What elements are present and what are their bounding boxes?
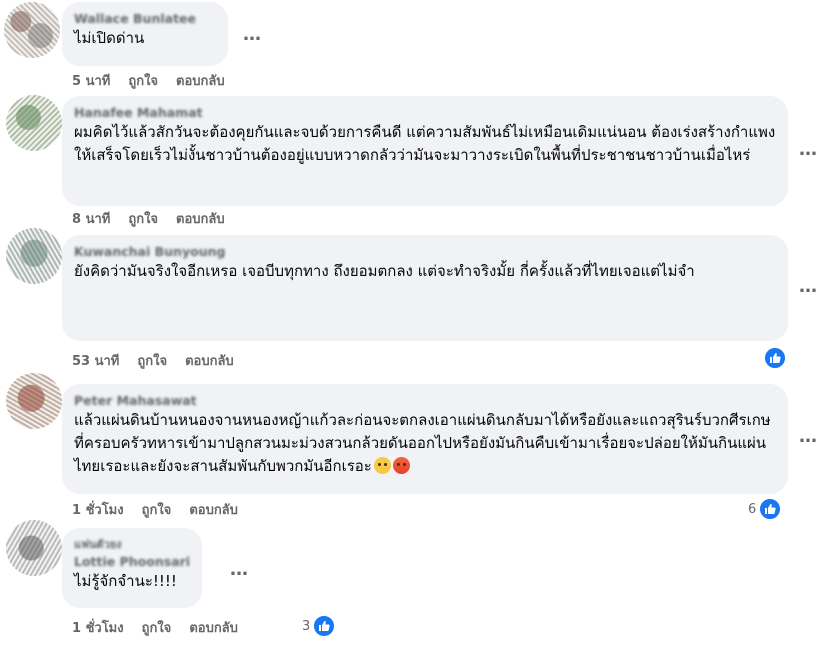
reaction-summary[interactable] [763, 346, 787, 370]
reaction-summary[interactable]: 6 [748, 497, 783, 521]
avatar[interactable] [6, 95, 62, 151]
comment-timestamp[interactable]: 1 ชั่วโมง [72, 499, 124, 520]
like-button[interactable]: ถูกใจ [128, 70, 158, 91]
comment-bubble: Peter Mahasawat แล้วแผ่นดินบ้านหนองจานหน… [62, 384, 788, 494]
more-options-icon[interactable]: … [243, 26, 262, 44]
reply-button[interactable]: ตอบกลับ [189, 499, 238, 520]
comment-actions: 53 นาที ถูกใจ ตอบกลับ [72, 350, 234, 371]
like-button[interactable]: ถูกใจ [142, 617, 172, 638]
comment-text: ไม่เปิดด่าน [74, 29, 145, 47]
more-options-icon[interactable]: … [230, 561, 249, 579]
comment-text: ไม่รู้จักจำนะ!!!! [74, 572, 177, 590]
angry-face-emoji-icon [392, 457, 410, 474]
comment-author[interactable]: Kuwanchai Bunyoung [74, 243, 776, 260]
comment-actions: 5 นาที ถูกใจ ตอบกลับ [72, 70, 225, 91]
thumbs-up-icon [312, 614, 337, 638]
comment-text: แล้วแผ่นดินบ้านหนองจานหนองหญ้าแก้วละก่อน… [74, 409, 776, 478]
comment-timestamp[interactable]: 5 นาที [72, 70, 110, 91]
comment-actions: 1 ชั่วโมง ถูกใจ ตอบกลับ [72, 617, 238, 638]
avatar[interactable] [6, 228, 62, 284]
reaction-summary[interactable]: 3 [302, 614, 337, 638]
eye-roll-emoji-icon [373, 457, 391, 474]
comment-timestamp[interactable]: 8 นาที [72, 208, 110, 229]
avatar[interactable] [6, 520, 62, 576]
like-button[interactable]: ถูกใจ [137, 350, 167, 371]
comment-timestamp[interactable]: 53 นาที [72, 350, 119, 371]
comment-actions: 1 ชั่วโมง ถูกใจ ตอบกลับ [72, 499, 238, 520]
comment-text: ยังคิดว่ามันจริงใจอีกเหรอ เจอบีบทุกทาง ถ… [74, 262, 695, 280]
like-button[interactable]: ถูกใจ [142, 499, 172, 520]
like-button[interactable]: ถูกใจ [128, 208, 158, 229]
comment-bubble: Kuwanchai Bunyoung ยังคิดว่ามันจริงใจอีก… [62, 235, 788, 341]
reply-button[interactable]: ตอบกลับ [176, 70, 225, 91]
thumbs-up-icon [758, 497, 783, 521]
comment-timestamp[interactable]: 1 ชั่วโมง [72, 617, 124, 638]
more-options-icon[interactable]: … [799, 428, 818, 446]
comment-bubble: Wallace Bunlatee ไม่เปิดด่าน [62, 2, 228, 66]
reaction-count: 3 [302, 618, 311, 634]
reply-button[interactable]: ตอบกลับ [176, 208, 225, 229]
avatar[interactable] [6, 373, 62, 429]
top-fan-badge: แฟนตัวยง [74, 538, 122, 551]
comment-bubble: Hanafee Mahamat ผมคิดไว้แล้วสักวันจะต้อง… [62, 96, 788, 206]
reply-button[interactable]: ตอบกลับ [189, 617, 238, 638]
comment-text-body: แล้วแผ่นดินบ้านหนองจานหนองหญ้าแก้วละก่อน… [74, 411, 771, 475]
reply-button[interactable]: ตอบกลับ [185, 350, 234, 371]
comment-author[interactable]: Wallace Bunlatee [74, 10, 216, 27]
thumbs-up-icon [763, 346, 787, 370]
comment-text: ผมคิดไว้แล้วสักวันจะต้องคุยกันและจบด้วยก… [74, 123, 776, 164]
comment-actions: 8 นาที ถูกใจ ตอบกลับ [72, 208, 225, 229]
more-options-icon[interactable]: … [799, 278, 818, 296]
comment-bubble: แฟนตัวยง Lottie Phoonsarin ไม่รู้จักจำนะ… [62, 528, 202, 608]
avatar[interactable] [4, 2, 60, 58]
comment-author[interactable]: Peter Mahasawat [74, 392, 776, 409]
comment-author[interactable]: Lottie Phoonsarin [74, 553, 190, 570]
reaction-count: 6 [748, 501, 757, 517]
more-options-icon[interactable]: … [799, 141, 818, 159]
comment-author[interactable]: Hanafee Mahamat [74, 104, 776, 121]
